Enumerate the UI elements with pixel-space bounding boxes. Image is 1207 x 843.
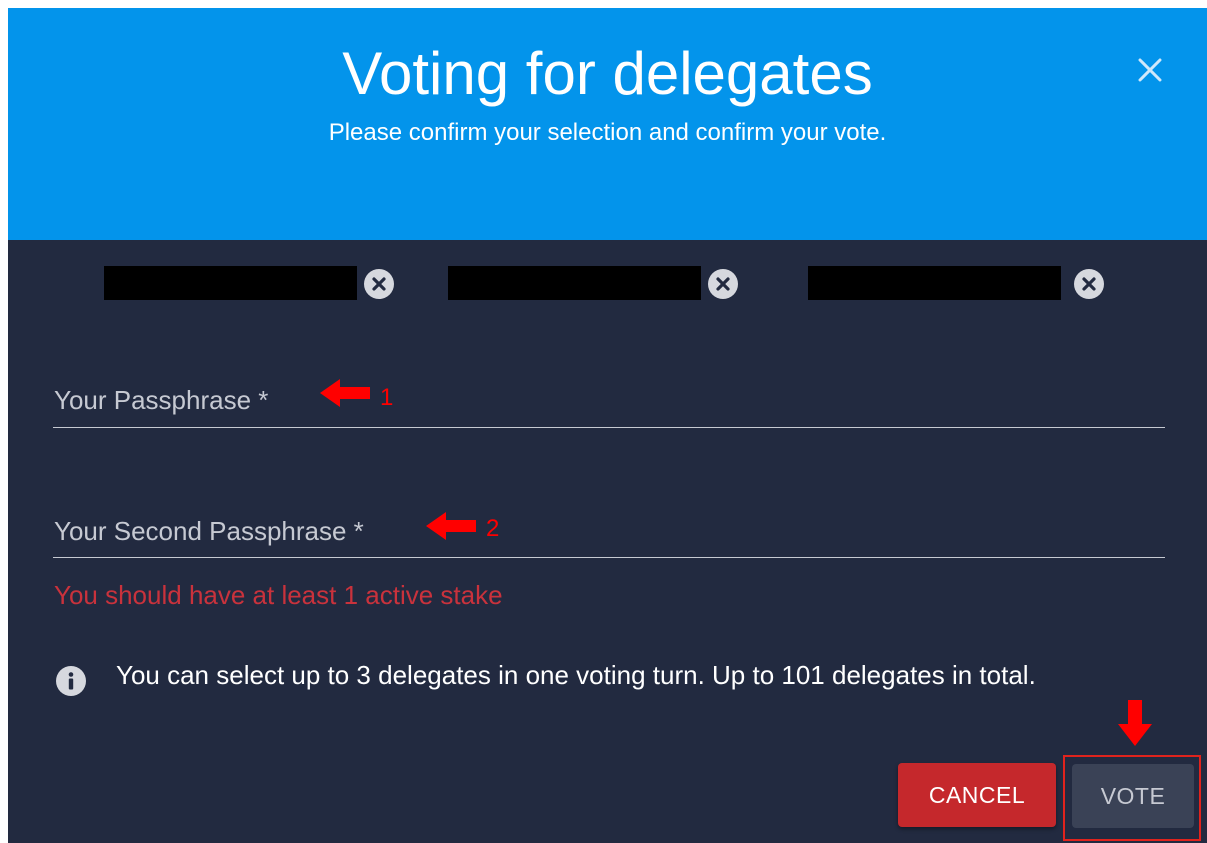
vote-button[interactable]: VOTE (1072, 764, 1194, 828)
passphrase-field[interactable]: Your Passphrase * (54, 384, 268, 416)
passphrase-underline (53, 427, 1165, 428)
arrow-down-icon (1118, 700, 1152, 746)
dialog-subtitle: Please confirm your selection and confir… (328, 119, 887, 146)
close-icon[interactable] (1132, 52, 1168, 88)
arrow-left-icon (426, 512, 476, 540)
info-icon (56, 666, 86, 696)
remove-circle-icon[interactable] (364, 269, 394, 299)
remove-circle-icon[interactable] (708, 269, 738, 299)
info-text: You can select up to 3 delegates in one … (116, 660, 1036, 690)
arrow-left-icon (320, 379, 370, 407)
second-passphrase-underline (53, 557, 1165, 558)
delegate-chip (808, 266, 1108, 300)
second-passphrase-field[interactable]: Your Second Passphrase * (54, 515, 364, 547)
remove-circle-icon[interactable] (1074, 269, 1104, 299)
annotation-step-2: 2 (486, 515, 500, 542)
delegate-chip (448, 266, 740, 300)
annotation-step-1: 1 (380, 384, 394, 411)
cancel-button[interactable]: CANCEL (898, 763, 1056, 827)
vote-dialog: Voting for delegates Please confirm your… (8, 8, 1207, 843)
dialog-header: Voting for delegates Please confirm your… (8, 8, 1207, 240)
error-message: You should have at least 1 active stake (54, 580, 503, 610)
redacted-delegate-name (808, 266, 1061, 300)
dialog-title: Voting for delegates (342, 40, 873, 107)
redacted-delegate-name (104, 266, 357, 300)
delegate-chip (104, 266, 396, 300)
redacted-delegate-name (448, 266, 701, 300)
